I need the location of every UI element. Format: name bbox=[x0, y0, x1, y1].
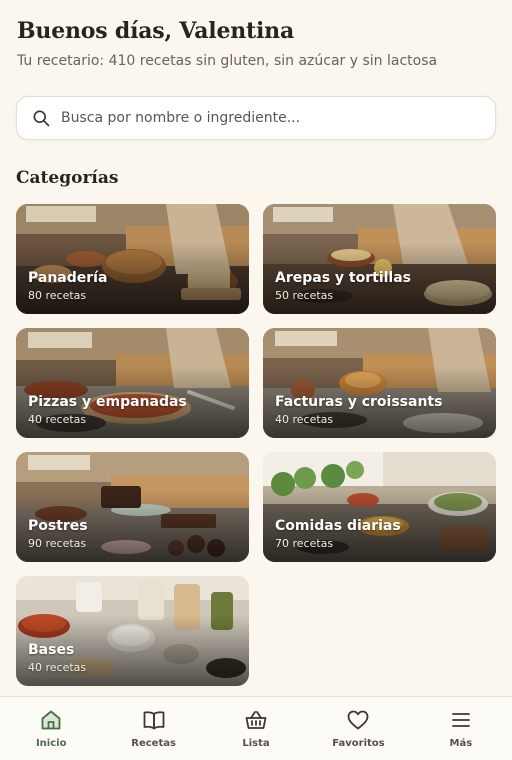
category-grid: Panadería 80 recetas Arepas y tortillas … bbox=[16, 204, 496, 686]
book-icon bbox=[142, 708, 166, 732]
greeting-title: Buenos días, Valentina bbox=[17, 18, 295, 44]
category-title: Panadería bbox=[28, 270, 108, 286]
category-title: Postres bbox=[28, 518, 88, 534]
category-count: 80 recetas bbox=[28, 289, 87, 302]
category-title: Pizzas y empanadas bbox=[28, 394, 187, 410]
bottom-tab-bar: Inicio Recetas Lista Favoritos Más bbox=[0, 696, 512, 760]
category-count: 70 recetas bbox=[275, 537, 334, 550]
tab-lista[interactable]: Lista bbox=[205, 697, 307, 760]
menu-icon bbox=[449, 708, 473, 732]
category-count: 40 recetas bbox=[275, 413, 334, 426]
tab-favoritos[interactable]: Favoritos bbox=[307, 697, 409, 760]
heart-icon bbox=[346, 708, 370, 732]
tab-mas[interactable]: Más bbox=[410, 697, 512, 760]
category-card-bases[interactable]: Bases 40 recetas bbox=[16, 576, 249, 686]
category-card-pizzas-empanadas[interactable]: Pizzas y empanadas 40 recetas bbox=[16, 328, 249, 438]
category-card-arepas-tortillas[interactable]: Arepas y tortillas 50 recetas bbox=[263, 204, 496, 314]
search-bar[interactable] bbox=[16, 96, 496, 140]
category-count: 50 recetas bbox=[275, 289, 334, 302]
tab-recetas[interactable]: Recetas bbox=[102, 697, 204, 760]
category-title: Bases bbox=[28, 642, 75, 658]
category-count: 90 recetas bbox=[28, 537, 87, 550]
recipe-summary: Tu recetario: 410 recetas sin gluten, si… bbox=[17, 53, 438, 69]
tab-label: Favoritos bbox=[332, 738, 385, 749]
category-card-comidas-diarias[interactable]: Comidas diarias 70 recetas bbox=[263, 452, 496, 562]
basket-icon bbox=[244, 708, 268, 732]
header: Buenos días, Valentina Tu recetario: 410… bbox=[17, 18, 496, 69]
search-input[interactable] bbox=[61, 103, 495, 133]
category-card-facturas-croissants[interactable]: Facturas y croissants 40 recetas bbox=[263, 328, 496, 438]
home-icon bbox=[39, 708, 63, 732]
categories-heading: Categorías bbox=[16, 168, 119, 188]
tab-label: Recetas bbox=[131, 738, 176, 749]
category-count: 40 recetas bbox=[28, 661, 87, 674]
search-icon bbox=[31, 108, 51, 128]
tab-label: Más bbox=[449, 738, 473, 749]
category-title: Facturas y croissants bbox=[275, 394, 443, 410]
category-card-postres[interactable]: Postres 90 recetas bbox=[16, 452, 249, 562]
tab-label: Lista bbox=[242, 738, 270, 749]
tab-inicio[interactable]: Inicio bbox=[0, 697, 102, 760]
category-count: 40 recetas bbox=[28, 413, 87, 426]
category-title: Comidas diarias bbox=[275, 518, 401, 534]
category-card-panaderia[interactable]: Panadería 80 recetas bbox=[16, 204, 249, 314]
tab-label: Inicio bbox=[35, 738, 67, 749]
category-title: Arepas y tortillas bbox=[275, 270, 411, 286]
